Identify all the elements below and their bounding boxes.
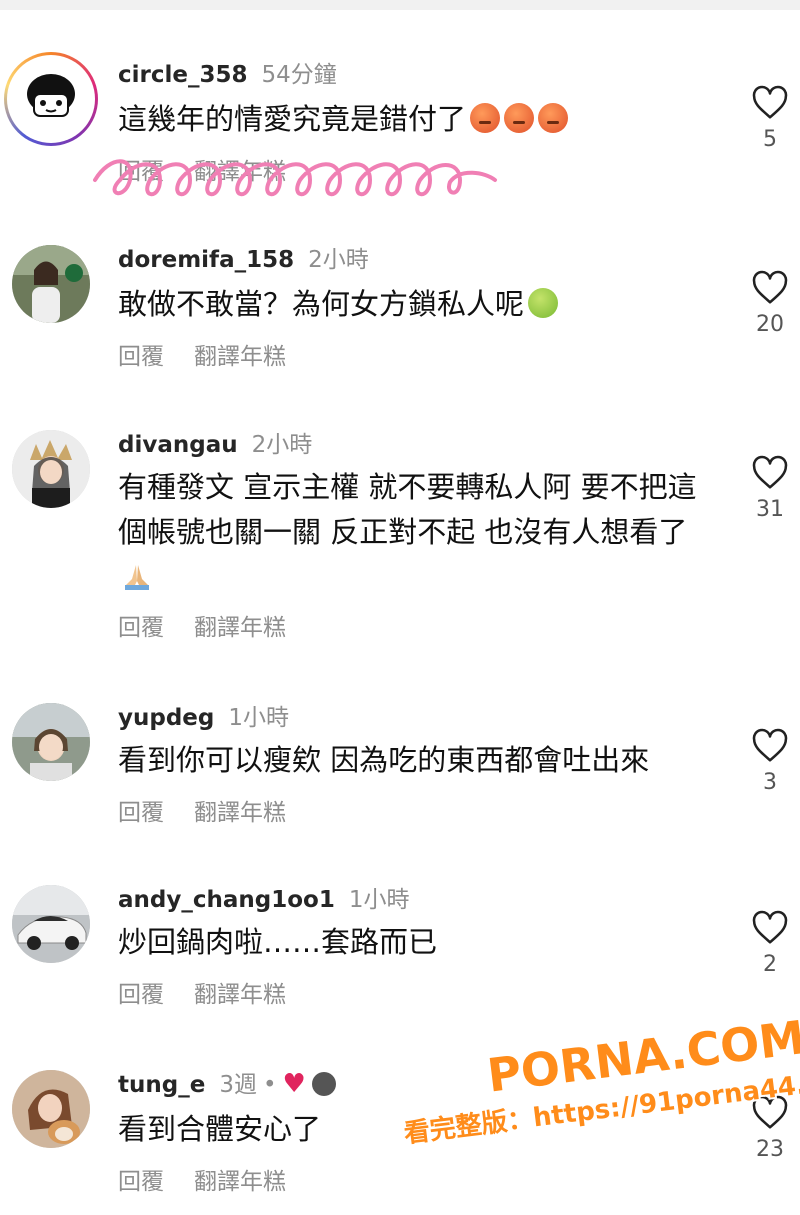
username[interactable]: yupdeg [118,705,214,731]
heart-outline-icon[interactable] [751,728,789,764]
comment-text: 有種發文 宣示主權 就不要轉私人阿 要不把這個帳號也關一關 反正對不起 也沒有人… [118,470,697,549]
comment-text: 敢做不敢當？為何女方鎖私人呢 [118,287,525,321]
avatar[interactable] [12,60,90,138]
reply-button[interactable]: 回覆 [118,1169,164,1195]
comment-text: 炒回鍋肉啦……套路而已 [118,925,438,959]
reply-button[interactable]: 回覆 [118,800,164,826]
avatar[interactable] [12,885,90,963]
praying-hands-icon [122,559,152,590]
comment-time: 2小時 [251,432,313,458]
comment-time: 54分鐘 [261,62,337,88]
angry-face-icon [504,103,535,133]
translate-button[interactable]: 翻譯年糕 [194,344,286,370]
comment-time: 1小時 [348,887,410,913]
translate-button[interactable]: 翻譯年糕 [194,800,286,826]
comment-text: 看到合體安心了 [118,1112,322,1146]
username[interactable]: doremifa_158 [118,247,294,273]
translate-button[interactable]: 翻譯年糕 [194,982,286,1008]
like-count: 31 [756,497,784,522]
separator-dot: • [262,1072,277,1098]
like-count: 20 [756,312,784,337]
username[interactable]: divangau [118,432,238,458]
avatar[interactable] [12,1070,90,1148]
like-count: 5 [763,127,777,152]
sick-face-icon [528,288,559,318]
top-bar [0,0,800,10]
reply-button[interactable]: 回覆 [118,615,164,641]
creator-avatar-icon [311,1072,336,1096]
like-count: 3 [763,770,777,795]
creator-liked-heart-icon: ♥ [282,1069,306,1099]
username[interactable]: tung_e [118,1072,205,1098]
comment-text: 這幾年的情愛究竟是錯付了 [118,102,467,136]
angry-face-icon [538,103,569,133]
heart-outline-icon[interactable] [751,270,789,306]
reply-button[interactable]: 回覆 [118,982,164,1008]
heart-outline-icon[interactable] [751,910,789,946]
like-count: 23 [756,1137,784,1162]
avatar[interactable] [12,703,90,781]
angry-face-icon [470,103,501,133]
avatar[interactable] [12,430,90,508]
translate-button[interactable]: 翻譯年糕 [194,615,286,641]
comment-text: 看到你可以瘦欸 因為吃的東西都會吐出來 [118,743,650,777]
heart-outline-icon[interactable] [751,85,789,121]
username[interactable]: circle_358 [118,62,248,88]
username[interactable]: andy_chang1oo1 [118,887,335,913]
comment-time: 3週 [219,1072,257,1098]
comment-time: 2小時 [308,247,369,273]
like-count: 2 [763,952,777,977]
avatar[interactable] [12,245,90,323]
pink-scribble [93,159,497,197]
reply-button[interactable]: 回覆 [118,344,164,370]
comment-time: 1小時 [228,705,289,731]
heart-outline-icon[interactable] [751,455,789,491]
translate-button[interactable]: 翻譯年糕 [194,1169,286,1195]
